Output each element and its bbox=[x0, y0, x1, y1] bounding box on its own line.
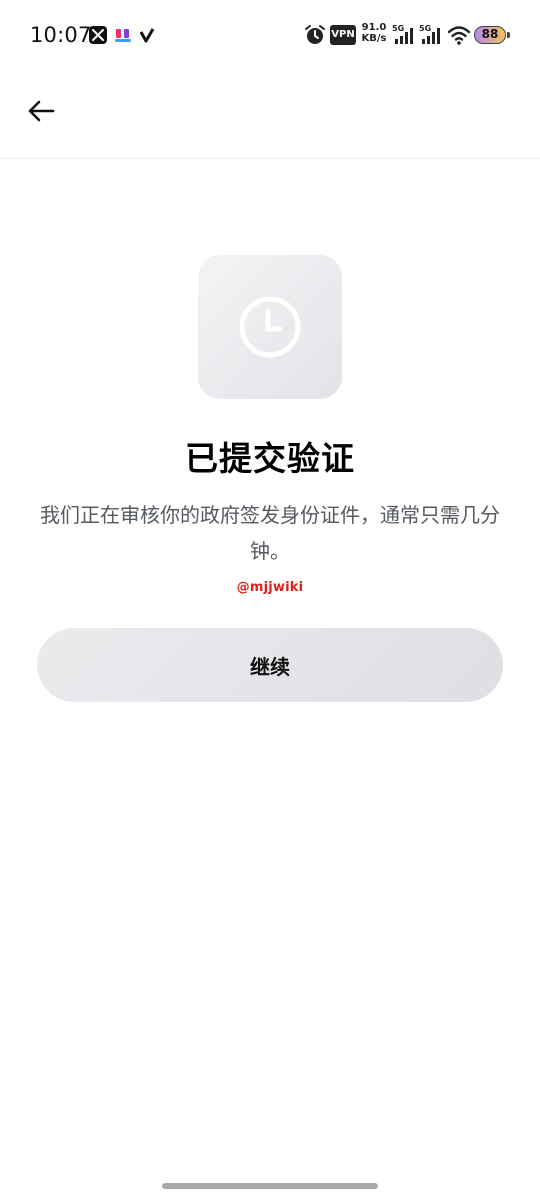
clock-icon bbox=[239, 296, 301, 358]
status-time: 10:07 bbox=[30, 23, 92, 47]
network-speed-unit: KB/s bbox=[361, 33, 387, 44]
signal-icon-1: 5G bbox=[392, 24, 414, 46]
screen: 10:07 VPN 91.0 KB/s 5G 5G 88 已提交验证 我们正在审… bbox=[0, 0, 540, 1200]
home-indicator[interactable] bbox=[162, 1183, 378, 1189]
page-title: 已提交验证 bbox=[185, 439, 355, 478]
signal-2-label: 5G bbox=[419, 24, 432, 33]
pending-status-tile bbox=[198, 255, 342, 399]
vpn-badge: VPN bbox=[330, 25, 356, 45]
battery-indicator: 88 bbox=[474, 26, 506, 44]
verification-description: 我们正在审核你的政府签发身份证件，通常只需几分钟。 bbox=[40, 503, 500, 563]
arrow-left-icon bbox=[28, 100, 55, 122]
header-divider bbox=[0, 158, 540, 159]
signal-icon-2: 5G bbox=[419, 24, 441, 46]
v-notification-icon bbox=[139, 26, 155, 44]
network-speed: 91.0 KB/s bbox=[361, 22, 387, 44]
battery-tip bbox=[507, 32, 510, 38]
network-speed-value: 91.0 bbox=[361, 22, 387, 33]
wifi-icon bbox=[447, 24, 471, 46]
alarm-icon bbox=[304, 24, 326, 46]
x-notification-icon bbox=[89, 26, 107, 44]
signal-1-label: 5G bbox=[392, 24, 405, 33]
status-bar: 10:07 VPN 91.0 KB/s 5G 5G 88 bbox=[0, 0, 540, 70]
back-button[interactable] bbox=[20, 90, 62, 132]
watermark: @mjjwiki bbox=[236, 580, 304, 595]
continue-button[interactable]: 继续 bbox=[37, 628, 503, 702]
app-notification-icon bbox=[114, 26, 132, 44]
